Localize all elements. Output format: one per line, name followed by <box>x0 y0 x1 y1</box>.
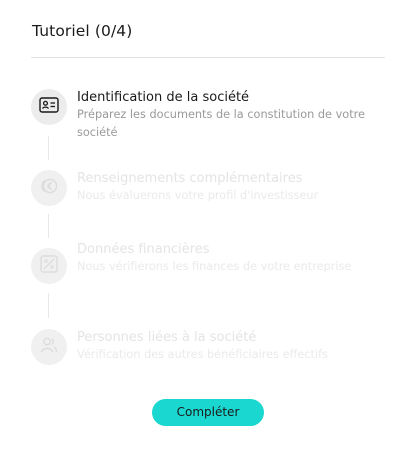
people-icon <box>39 335 59 359</box>
complete-button[interactable]: Compléter <box>152 399 264 426</box>
id-card-icon <box>39 97 59 117</box>
finance-chart-icon <box>39 254 59 278</box>
title-divider <box>31 57 385 58</box>
tutorial-title: Tutoriel (0/4) <box>32 22 133 40</box>
tutorial-panel: Tutoriel (0/4) Identification de la soci… <box>0 0 418 456</box>
step-icon-circle <box>31 329 67 365</box>
step-connector <box>48 214 49 238</box>
step-icon-circle <box>31 248 67 284</box>
step-connector <box>48 136 49 160</box>
step-label: Renseignements complémentaires <box>77 171 303 186</box>
step-label: Identification de la société <box>77 90 250 105</box>
step-description: Préparez les documents de la constitutio… <box>77 108 365 139</box>
step-description: Vérification des autres bénéficiaires ef… <box>77 348 328 361</box>
euro-coins-icon <box>39 176 59 200</box>
step-description: Nous évaluerons votre profil d'investiss… <box>77 189 319 202</box>
step-label: Données financières <box>77 242 210 257</box>
step-icon-circle <box>31 89 67 125</box>
step-icon-circle <box>31 170 67 206</box>
step-description: Nous vérifierons les finances de votre e… <box>77 260 352 273</box>
step-connector <box>48 293 49 318</box>
step-label: Personnes liées à la société <box>77 330 257 345</box>
